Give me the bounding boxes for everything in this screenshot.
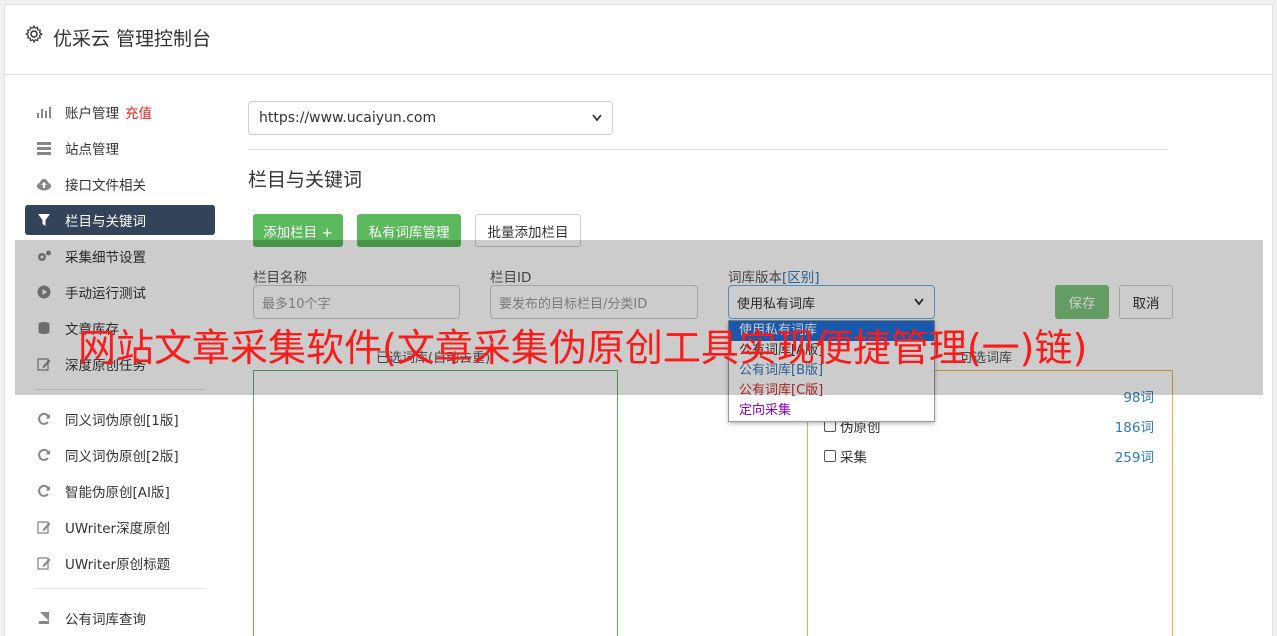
page-title: 栏目与关键词	[248, 169, 363, 191]
edit-icon	[36, 519, 52, 535]
sidebar-item-label: UWriter深度原创	[65, 521, 171, 537]
sidebar-item-sites[interactable]: 站点管理	[25, 133, 215, 163]
server-icon	[36, 140, 52, 156]
list-item[interactable]: 采集 259词	[824, 446, 1154, 466]
app-title: 优采云 管理控制台	[53, 28, 212, 50]
sidebar-item-ai-rewrite[interactable]: 智能伪原创[AI版]	[25, 476, 215, 506]
top-header: 优采云 管理控制台	[5, 5, 1272, 75]
sidebar-item-synonym-v1[interactable]: 同义词伪原创[1版]	[25, 404, 215, 434]
sidebar-item-uwriter-deep[interactable]: UWriter深度原创	[25, 512, 215, 542]
lib-row-label: 采集	[840, 450, 867, 466]
sidebar-item-label: 账户管理	[65, 106, 119, 122]
dropdown-option[interactable]: 定向采集	[729, 401, 934, 421]
sidebar-item-label: 智能伪原创[AI版]	[65, 485, 170, 501]
sidebar-divider	[35, 588, 205, 589]
book-icon	[36, 610, 52, 626]
section-divider	[248, 149, 1168, 150]
sidebar-item-public-lib[interactable]: 公有词库查询	[25, 603, 215, 633]
selected-libs-box[interactable]	[253, 370, 618, 636]
sidebar-item-interface[interactable]: 接口文件相关	[25, 169, 215, 199]
gear-icon	[24, 24, 44, 44]
lib-row-count: 259词	[1114, 450, 1154, 466]
cloud-upload-icon	[36, 176, 52, 192]
sidebar-item-label: 同义词伪原创[2版]	[65, 449, 179, 465]
site-select[interactable]: https://www.ucaiyun.com	[248, 101, 613, 135]
chevron-down-icon	[592, 110, 602, 126]
sidebar-item-uwriter-title[interactable]: UWriter原创标题	[25, 548, 215, 578]
edit-icon	[36, 555, 52, 571]
sidebar-item-account[interactable]: 账户管理 充值	[25, 97, 215, 127]
refresh-icon	[36, 447, 52, 463]
overlay-headline: 网站文章采集软件(文章采集伪原创工具实现便捷管理(一)链)	[78, 326, 1088, 370]
sidebar-item-label: 公有词库查询	[65, 612, 146, 628]
sidebar-item-columns[interactable]: 栏目与关键词	[25, 205, 215, 235]
sidebar-item-label: 同义词伪原创[1版]	[65, 413, 179, 429]
lib-row-count: 186词	[1114, 420, 1154, 436]
site-select-value: https://www.ucaiyun.com	[259, 110, 437, 126]
refresh-icon	[36, 483, 52, 499]
recharge-link[interactable]: 充值	[125, 102, 152, 122]
bar-chart-icon	[36, 104, 52, 120]
sidebar-item-label: 接口文件相关	[65, 178, 146, 194]
refresh-icon	[36, 411, 52, 427]
banner-overlay	[15, 240, 1263, 395]
checkbox[interactable]	[824, 450, 836, 462]
filter-icon	[36, 212, 52, 228]
sidebar-item-label: UWriter原创标题	[65, 557, 171, 573]
sidebar-item-label: 栏目与关键词	[65, 214, 146, 230]
sidebar-item-label: 站点管理	[65, 142, 119, 158]
sidebar-item-synonym-v2[interactable]: 同义词伪原创[2版]	[25, 440, 215, 470]
